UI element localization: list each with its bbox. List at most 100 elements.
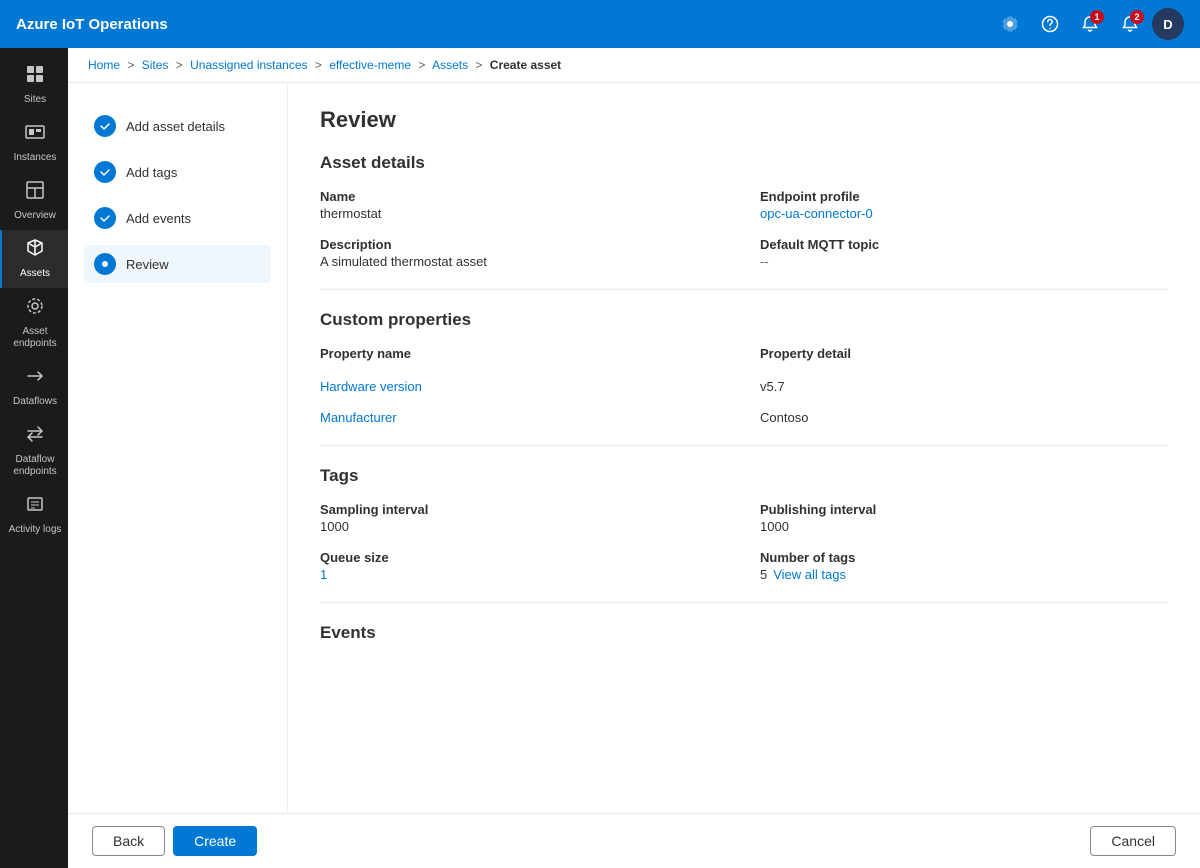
- number-of-tags-value: 5: [760, 567, 767, 582]
- sidebar-label-assets: Assets: [20, 268, 50, 280]
- custom-properties-title: Custom properties: [320, 310, 1168, 330]
- property-row-2: Manufacturer Contoso: [320, 410, 1168, 425]
- sites-icon: [25, 64, 45, 90]
- endpoint-profile-value[interactable]: opc-ua-connector-0: [760, 206, 1168, 221]
- sidebar-item-overview[interactable]: Overview: [0, 172, 68, 230]
- queue-size-value: 1: [320, 567, 728, 582]
- endpoint-profile-label: Endpoint profile: [760, 189, 1168, 204]
- number-of-tags-item: Number of tags 5 View all tags: [760, 550, 1168, 582]
- queue-size-label: Queue size: [320, 550, 728, 565]
- sidebar-item-sites[interactable]: Sites: [0, 56, 68, 114]
- property-row-1: Hardware version v5.7: [320, 379, 1168, 394]
- default-mqtt-topic-label: Default MQTT topic: [760, 237, 1168, 252]
- instances-icon: [25, 122, 45, 148]
- asset-details-section-title: Asset details: [320, 153, 1168, 173]
- sidebar: Sites Instances Overview Assets Asset en…: [0, 48, 68, 868]
- step-label-3: Add events: [126, 211, 191, 226]
- review-panel: Review Asset details Name thermostat End…: [288, 83, 1200, 813]
- divider-3: [320, 602, 1168, 603]
- topnav-icons: 1 2 D: [992, 6, 1184, 42]
- breadcrumb-assets[interactable]: Assets: [432, 58, 468, 72]
- description-item: Description A simulated thermostat asset: [320, 237, 728, 269]
- step-review[interactable]: Review: [84, 245, 271, 283]
- notification-badge-2: 2: [1130, 10, 1144, 24]
- property-detail-col-header: Property detail: [760, 346, 1168, 361]
- tags-section-title: Tags: [320, 466, 1168, 486]
- property-value-2: Contoso: [760, 410, 1168, 425]
- sidebar-label-activity-logs: Activity logs: [9, 524, 62, 536]
- asset-details-grid: Name thermostat Endpoint profile opc-ua-…: [320, 189, 1168, 269]
- step-circle-3: [94, 207, 116, 229]
- asset-endpoints-icon: [25, 296, 45, 322]
- sidebar-label-overview: Overview: [14, 210, 56, 222]
- back-button[interactable]: Back: [92, 826, 165, 856]
- app-title: Azure IoT Operations: [16, 16, 980, 33]
- custom-props-header: Property name Property detail: [320, 346, 1168, 363]
- activity-logs-icon: [25, 494, 45, 520]
- default-mqtt-topic-value: --: [760, 254, 1168, 269]
- breadcrumb-sites[interactable]: Sites: [142, 58, 169, 72]
- property-name-col-header: Property name: [320, 346, 728, 361]
- breadcrumb-unassigned-instances[interactable]: Unassigned instances: [190, 58, 307, 72]
- sampling-interval-value: 1000: [320, 519, 728, 534]
- cancel-button[interactable]: Cancel: [1090, 826, 1176, 856]
- sidebar-label-dataflow-endpoints: Dataflow endpoints: [6, 454, 64, 478]
- step-circle-2: [94, 161, 116, 183]
- divider-1: [320, 289, 1168, 290]
- sidebar-item-dataflow-endpoints[interactable]: Dataflow endpoints: [0, 416, 68, 486]
- publishing-interval-value: 1000: [760, 519, 1168, 534]
- overview-icon: [25, 180, 45, 206]
- sidebar-item-instances[interactable]: Instances: [0, 114, 68, 172]
- top-navigation: Azure IoT Operations 1: [0, 0, 1200, 48]
- sidebar-item-assets[interactable]: Assets: [0, 230, 68, 288]
- property-name-2: Manufacturer: [320, 410, 728, 425]
- breadcrumb-effective-meme[interactable]: effective-meme: [329, 58, 411, 72]
- description-label: Description: [320, 237, 728, 252]
- sidebar-item-asset-endpoints[interactable]: Asset endpoints: [0, 288, 68, 358]
- default-mqtt-topic-item: Default MQTT topic --: [760, 237, 1168, 269]
- create-button[interactable]: Create: [173, 826, 257, 856]
- step-add-tags[interactable]: Add tags: [84, 153, 271, 191]
- step-circle-1: [94, 115, 116, 137]
- dataflows-icon: [25, 366, 45, 392]
- tags-row-1: Sampling interval 1000 Publishing interv…: [320, 502, 1168, 534]
- notification-badge-1: 1: [1090, 10, 1104, 24]
- assets-icon: [25, 238, 45, 264]
- name-label: Name: [320, 189, 728, 204]
- publishing-interval-item: Publishing interval 1000: [760, 502, 1168, 534]
- sidebar-label-asset-endpoints: Asset endpoints: [6, 326, 64, 350]
- step-circle-4: [94, 253, 116, 275]
- step-add-asset-details[interactable]: Add asset details: [84, 107, 271, 145]
- bottom-bar: Back Create Cancel: [68, 813, 1200, 868]
- property-value-1: v5.7: [760, 379, 1168, 394]
- step-label-1: Add asset details: [126, 119, 225, 134]
- dataflow-endpoints-icon: [25, 424, 45, 450]
- page-title: Review: [320, 107, 1168, 133]
- step-label-4: Review: [126, 257, 169, 272]
- breadcrumb: Home > Sites > Unassigned instances > ef…: [68, 48, 1200, 83]
- settings-button[interactable]: [992, 6, 1028, 42]
- notifications-button-1[interactable]: 1: [1072, 6, 1108, 42]
- number-of-tags-label: Number of tags: [760, 550, 1168, 565]
- name-value: thermostat: [320, 206, 728, 221]
- view-all-tags-link[interactable]: View all tags: [773, 567, 846, 582]
- sidebar-item-activity-logs[interactable]: Activity logs: [0, 486, 68, 544]
- wizard-steps-panel: Add asset details Add tags Add events: [68, 83, 288, 813]
- description-value: A simulated thermostat asset: [320, 254, 728, 269]
- sidebar-label-dataflows: Dataflows: [13, 396, 57, 408]
- sidebar-item-dataflows[interactable]: Dataflows: [0, 358, 68, 416]
- queue-size-item: Queue size 1: [320, 550, 728, 582]
- sidebar-label-instances: Instances: [14, 152, 57, 164]
- sidebar-label-sites: Sites: [24, 94, 46, 106]
- notifications-button-2[interactable]: 2: [1112, 6, 1148, 42]
- breadcrumb-current: Create asset: [490, 58, 561, 72]
- tags-row-2: Queue size 1 Number of tags 5 View all t…: [320, 550, 1168, 582]
- step-add-events[interactable]: Add events: [84, 199, 271, 237]
- events-section-title: Events: [320, 623, 1168, 643]
- breadcrumb-home[interactable]: Home: [88, 58, 120, 72]
- property-name-1: Hardware version: [320, 379, 728, 394]
- help-button[interactable]: [1032, 6, 1068, 42]
- endpoint-profile-item: Endpoint profile opc-ua-connector-0: [760, 189, 1168, 221]
- user-avatar[interactable]: D: [1152, 8, 1184, 40]
- name-item: Name thermostat: [320, 189, 728, 221]
